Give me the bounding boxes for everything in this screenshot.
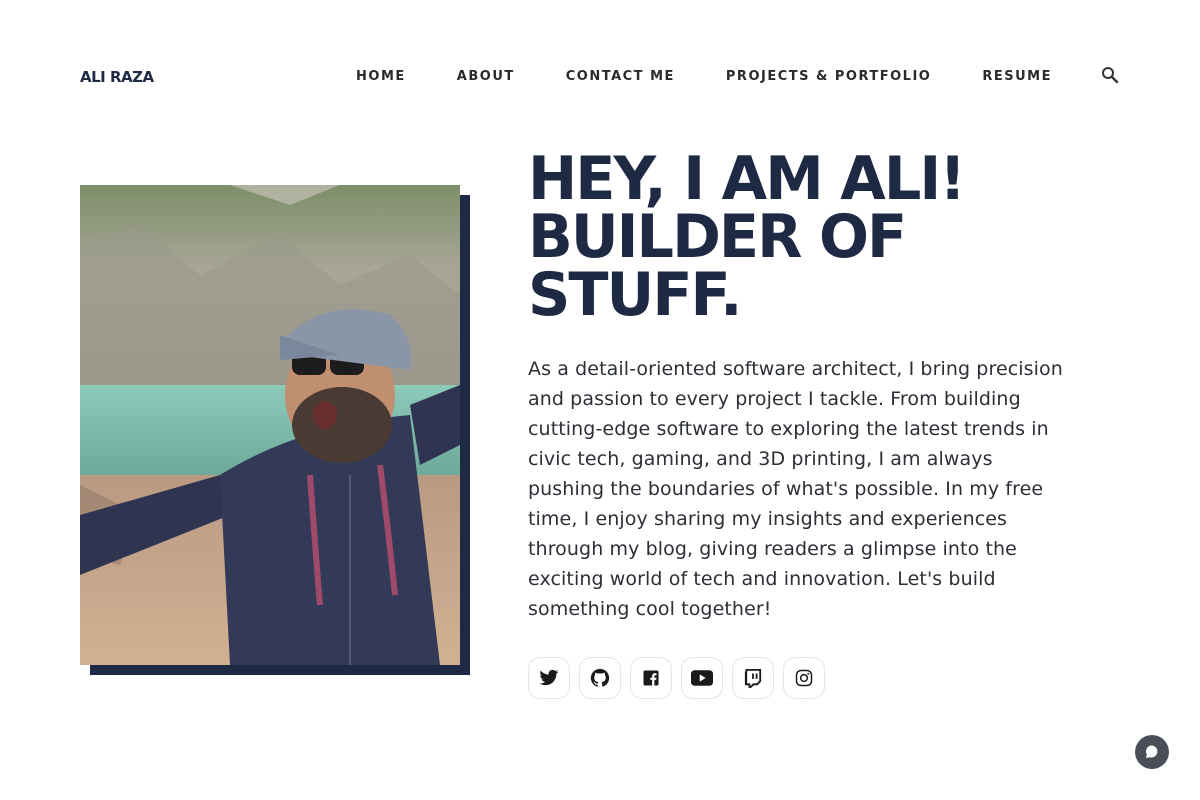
profile-photo-frame — [80, 185, 470, 675]
twitter-icon[interactable] — [528, 657, 570, 699]
hero-title-line-3: STUFF. — [528, 260, 742, 330]
profile-photo — [80, 185, 460, 665]
hero-title: HEY, I AM ALI! BUILDER OF STUFF. — [528, 144, 1077, 330]
hero-title-line-1: HEY, I AM ALI! — [528, 144, 966, 214]
github-icon[interactable] — [579, 657, 621, 699]
hero-title-line-2: BUILDER OF — [528, 202, 907, 272]
search-icon[interactable] — [1100, 65, 1120, 85]
nav-contact[interactable]: CONTACT ME — [566, 62, 675, 92]
main-nav: HOME ABOUT CONTACT ME PROJECTS & PORTFOL… — [356, 62, 1120, 92]
twitch-icon[interactable] — [732, 657, 774, 699]
site-logo[interactable]: ALI RAZA — [80, 68, 154, 86]
social-links — [528, 657, 834, 699]
nav-resume[interactable]: RESUME — [982, 62, 1052, 92]
chat-bubble-icon[interactable] — [1135, 735, 1169, 769]
facebook-icon[interactable] — [630, 657, 672, 699]
youtube-icon[interactable] — [681, 657, 723, 699]
nav-about[interactable]: ABOUT — [457, 62, 515, 92]
nav-home[interactable]: HOME — [356, 62, 406, 92]
site-header: ALI RAZA HOME ABOUT CONTACT ME PROJECTS … — [80, 62, 1120, 92]
hero-bio: As a detail-oriented software architect,… — [528, 358, 1063, 620]
instagram-icon[interactable] — [783, 657, 825, 699]
nav-projects[interactable]: PROJECTS & PORTFOLIO — [726, 62, 931, 92]
hero-section: HEY, I AM ALI! BUILDER OF STUFF. As a de… — [528, 144, 1088, 624]
